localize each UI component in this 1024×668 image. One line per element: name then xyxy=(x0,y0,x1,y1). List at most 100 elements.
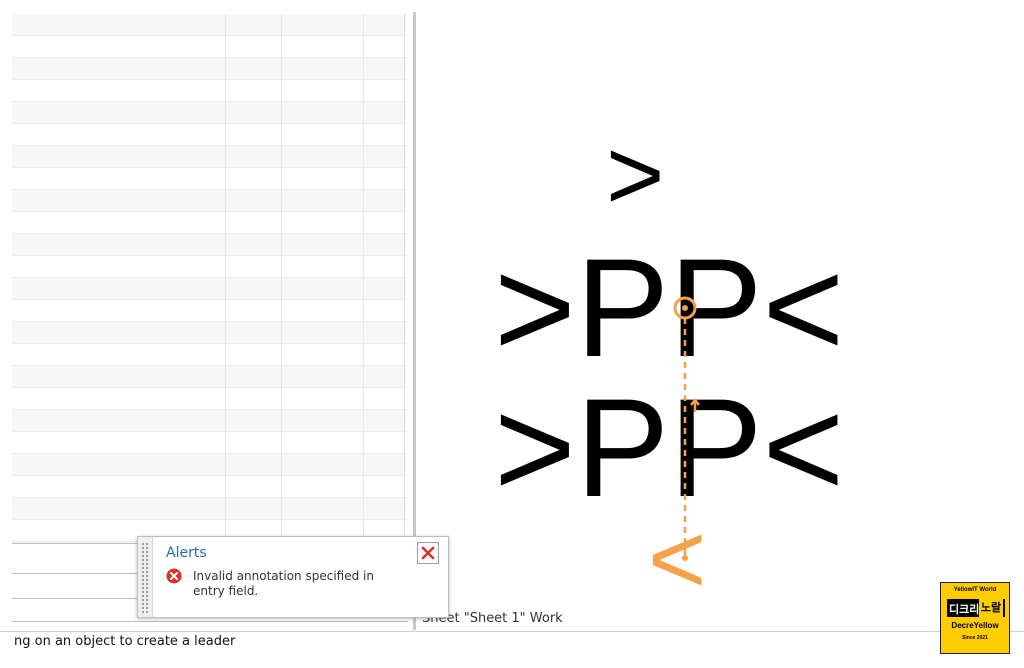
grid-cell[interactable] xyxy=(282,366,364,387)
grid-cell[interactable] xyxy=(12,278,226,299)
grid-cell[interactable] xyxy=(12,124,226,145)
grid-cell[interactable] xyxy=(12,168,226,189)
grid-cell[interactable] xyxy=(282,14,364,35)
grid-cell[interactable] xyxy=(364,124,404,145)
grid-cell[interactable] xyxy=(12,36,226,57)
grip-dot xyxy=(146,543,148,545)
grid-cell[interactable] xyxy=(364,256,404,277)
grid-cell[interactable] xyxy=(364,36,404,57)
grid-cell[interactable] xyxy=(12,410,226,431)
close-button[interactable] xyxy=(417,542,439,564)
grid-cell[interactable] xyxy=(282,476,364,497)
grid-cell[interactable] xyxy=(364,388,404,409)
grid-cell[interactable] xyxy=(364,344,404,365)
grid-cell[interactable] xyxy=(226,498,282,519)
logo-top-text: YellowIT World xyxy=(953,587,997,593)
leader-line[interactable] xyxy=(416,12,1024,630)
grid-cell[interactable] xyxy=(282,124,364,145)
grid-cell[interactable] xyxy=(364,454,404,475)
grid-cell[interactable] xyxy=(364,432,404,453)
grid-cell[interactable] xyxy=(282,300,364,321)
grid-cell[interactable] xyxy=(226,146,282,167)
grid-cell[interactable] xyxy=(12,366,226,387)
grid-cell[interactable] xyxy=(282,344,364,365)
grid-cell[interactable] xyxy=(364,14,404,35)
grid-cell[interactable] xyxy=(226,80,282,101)
grid-cell[interactable] xyxy=(364,146,404,167)
grid-cell[interactable] xyxy=(12,476,226,497)
grid-cell[interactable] xyxy=(226,124,282,145)
grid-cell[interactable] xyxy=(226,366,282,387)
status-hint: ng on an object to create a leader xyxy=(14,634,236,649)
grid-cell[interactable] xyxy=(282,454,364,475)
grid-cell[interactable] xyxy=(364,168,404,189)
grid-cell[interactable] xyxy=(226,36,282,57)
grid-cell[interactable] xyxy=(364,476,404,497)
grid-cell[interactable] xyxy=(226,168,282,189)
grid-cell[interactable] xyxy=(282,278,364,299)
grid-cell[interactable] xyxy=(12,322,226,343)
grid-cell[interactable] xyxy=(12,256,226,277)
grid-cell[interactable] xyxy=(12,498,226,519)
grid-cell[interactable] xyxy=(282,58,364,79)
grid-cell[interactable] xyxy=(12,58,226,79)
grid-cell[interactable] xyxy=(226,344,282,365)
grid-cell[interactable] xyxy=(12,432,226,453)
grid-cell[interactable] xyxy=(282,146,364,167)
grid-cell[interactable] xyxy=(282,80,364,101)
grid-cell[interactable] xyxy=(12,300,226,321)
grid-cell[interactable] xyxy=(226,410,282,431)
grid-cell[interactable] xyxy=(226,300,282,321)
grid-cell[interactable] xyxy=(364,102,404,123)
grid-cell[interactable] xyxy=(226,234,282,255)
grid-cell[interactable] xyxy=(282,234,364,255)
grid-cell[interactable] xyxy=(226,454,282,475)
grid-cell[interactable] xyxy=(226,322,282,343)
grid-cell[interactable] xyxy=(12,14,226,35)
grid-cell[interactable] xyxy=(364,278,404,299)
grid-cell[interactable] xyxy=(12,388,226,409)
grid-cell[interactable] xyxy=(226,256,282,277)
drag-grip-icon[interactable] xyxy=(138,537,153,617)
grid-cell[interactable] xyxy=(364,366,404,387)
drawing-canvas[interactable]: > >PP< >PP< < xyxy=(416,12,1024,630)
grid-cell[interactable] xyxy=(282,102,364,123)
grid-cell[interactable] xyxy=(12,344,226,365)
grid-cell[interactable] xyxy=(364,212,404,233)
grid-cell[interactable] xyxy=(12,190,226,211)
grid-cell[interactable] xyxy=(282,410,364,431)
grid-cell[interactable] xyxy=(364,190,404,211)
grid-cell[interactable] xyxy=(364,58,404,79)
grid-cell[interactable] xyxy=(364,322,404,343)
grid-cell[interactable] xyxy=(282,36,364,57)
grid-cell[interactable] xyxy=(226,58,282,79)
grid-cell[interactable] xyxy=(226,190,282,211)
grid-cell[interactable] xyxy=(226,102,282,123)
grid-cell[interactable] xyxy=(282,212,364,233)
grid-cell[interactable] xyxy=(282,322,364,343)
grid-cell[interactable] xyxy=(12,454,226,475)
leader-end-dot xyxy=(682,555,688,561)
grid-cell[interactable] xyxy=(364,300,404,321)
grid-cell[interactable] xyxy=(364,234,404,255)
grid-cell[interactable] xyxy=(12,146,226,167)
grid-cell[interactable] xyxy=(12,80,226,101)
grid-cell[interactable] xyxy=(282,388,364,409)
grid-cell[interactable] xyxy=(282,256,364,277)
grid-cell[interactable] xyxy=(226,212,282,233)
grid-cell[interactable] xyxy=(12,102,226,123)
grid-cell[interactable] xyxy=(226,432,282,453)
grid-cell[interactable] xyxy=(282,168,364,189)
grid-cell[interactable] xyxy=(12,212,226,233)
grid-cell[interactable] xyxy=(12,234,226,255)
grid-cell[interactable] xyxy=(226,388,282,409)
grid-cell[interactable] xyxy=(226,278,282,299)
grid-cell[interactable] xyxy=(226,476,282,497)
grid-cell[interactable] xyxy=(282,432,364,453)
grid-cell[interactable] xyxy=(282,190,364,211)
grid-cell[interactable] xyxy=(364,80,404,101)
grid-cell[interactable] xyxy=(282,498,364,519)
grid-cell[interactable] xyxy=(364,498,404,519)
grid-cell[interactable] xyxy=(364,410,404,431)
grid-cell[interactable] xyxy=(226,14,282,35)
